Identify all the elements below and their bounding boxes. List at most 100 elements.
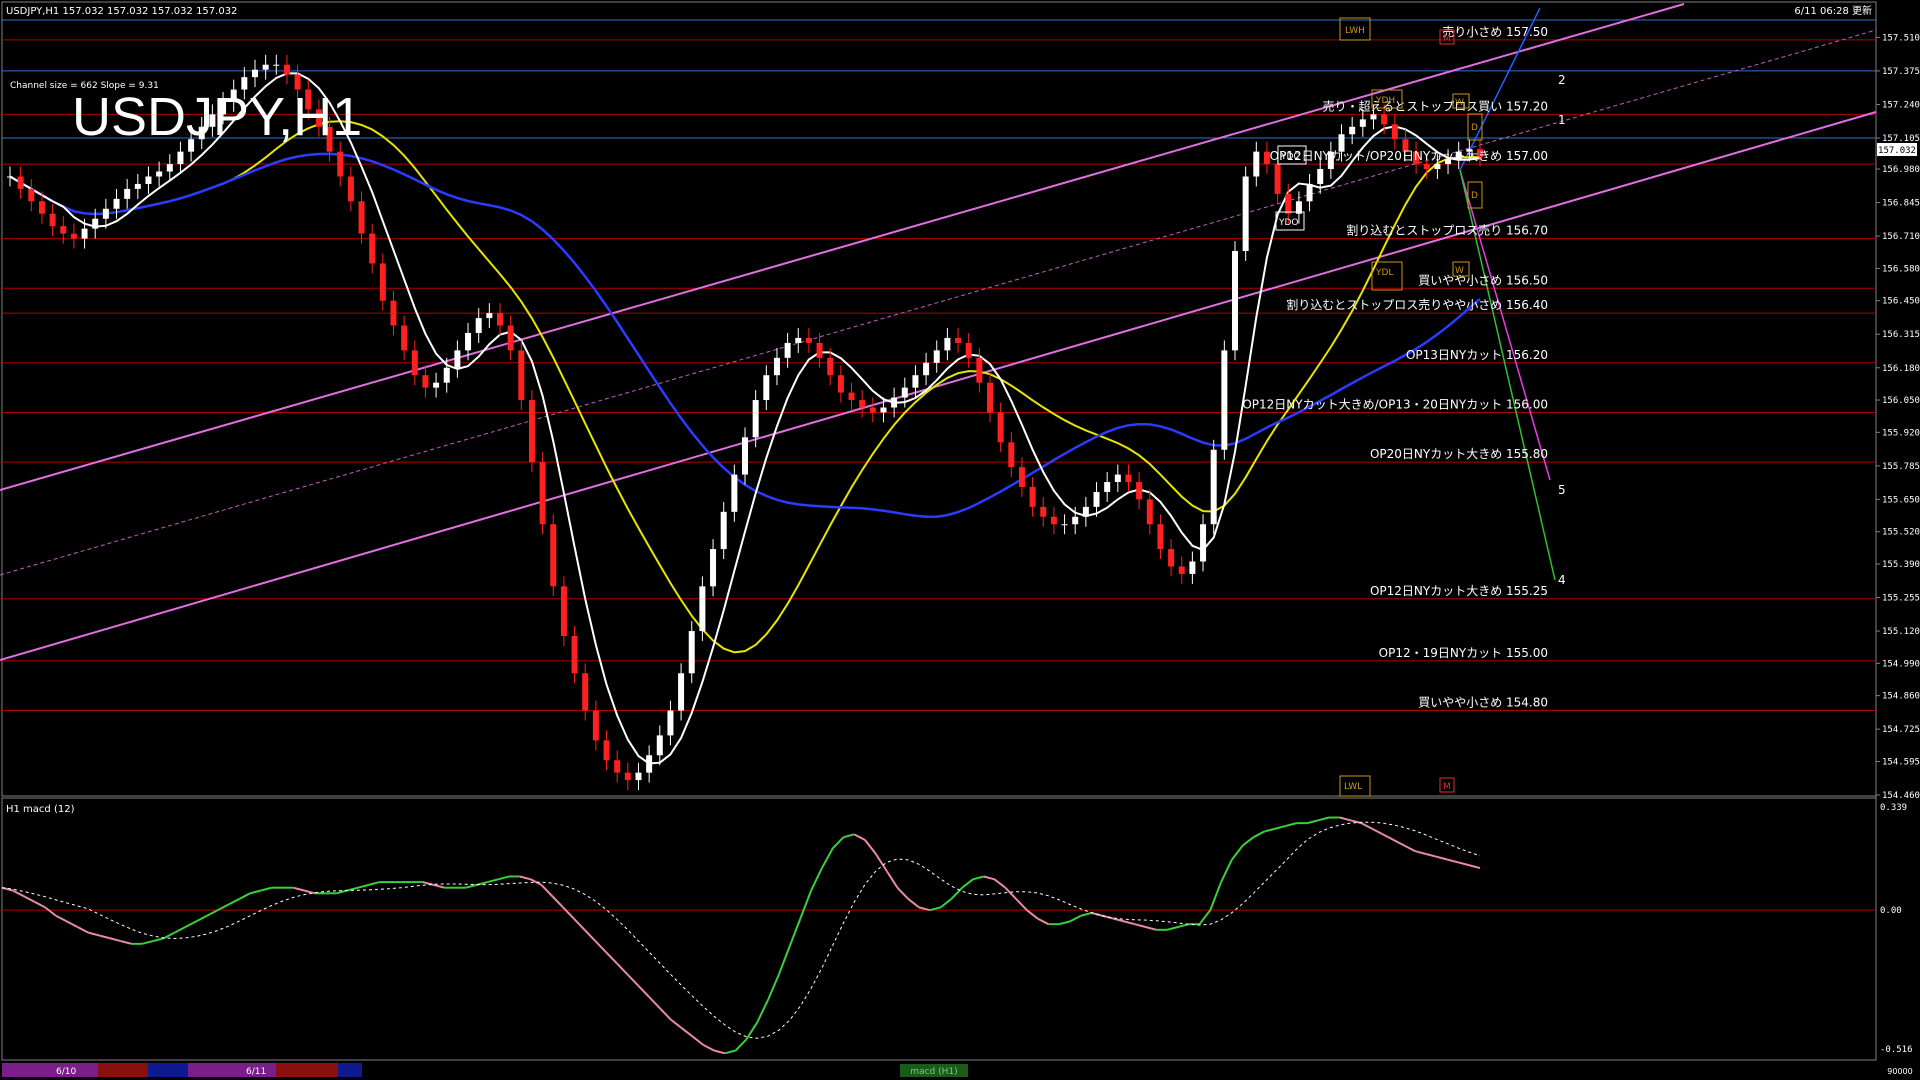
macd-segment <box>1177 923 1189 928</box>
macd-lines <box>1 816 1481 1055</box>
macd-segment <box>1425 853 1438 858</box>
macd-segment <box>1317 816 1330 822</box>
indicator-lines <box>9 72 1481 765</box>
macd-segment <box>1285 822 1297 827</box>
macd-segment <box>109 937 121 943</box>
candle-body <box>262 64 269 70</box>
candle-body <box>805 337 812 343</box>
macd-segment <box>767 974 780 1001</box>
macd-segment <box>713 1049 726 1055</box>
macd-segment <box>1252 830 1265 839</box>
candle-body <box>987 382 993 413</box>
y-tick-label: 154.595 <box>1882 757 1920 767</box>
candle-body <box>688 631 695 674</box>
candle-body <box>880 407 887 413</box>
candle-body <box>369 233 376 264</box>
y-tick-label: 156.450 <box>1882 297 1920 307</box>
level-label: OP13日NYカット 156.20 <box>1406 348 1548 362</box>
candle-body <box>1210 449 1217 525</box>
y-tick-label: 156.180 <box>1882 364 1920 374</box>
candle-body <box>390 300 397 326</box>
date-segment <box>98 1063 148 1077</box>
macd-segment <box>1360 822 1373 830</box>
macd-segment <box>788 918 802 948</box>
macd-segment <box>217 903 230 912</box>
candle-body <box>433 382 440 388</box>
candle-body <box>752 400 759 438</box>
macd-segment <box>1069 914 1082 923</box>
y-tick-label: 155.650 <box>1882 495 1920 505</box>
candle-body <box>773 357 780 376</box>
candle-body <box>1136 482 1143 500</box>
candle-body <box>145 176 152 184</box>
macd-segment <box>141 940 154 945</box>
candle-body <box>124 188 131 199</box>
macd-segment <box>66 920 78 928</box>
macd-title: H1 macd (12) <box>6 804 75 815</box>
candle-body <box>891 397 898 408</box>
y-tick-label: 157.375 <box>1882 67 1920 77</box>
macd-segment <box>422 881 434 886</box>
macd-segment <box>1458 861 1470 867</box>
candlesticks <box>7 54 1483 791</box>
macd-segment <box>357 883 370 889</box>
macd-segment <box>864 839 877 855</box>
y-tick-label: 157.240 <box>1882 100 1920 110</box>
macd-segment <box>1166 926 1179 931</box>
candle-body <box>1008 442 1015 468</box>
macd-segment <box>1026 909 1039 920</box>
macd-segment <box>972 875 984 881</box>
candle-body <box>1018 467 1025 487</box>
m-label-top: M <box>1443 34 1451 44</box>
macd-segment <box>616 962 629 976</box>
candle-body <box>901 387 908 398</box>
macd-segment <box>540 884 553 897</box>
macd-segment <box>260 886 272 892</box>
y-tick-label: 155.785 <box>1882 462 1920 472</box>
lwl-label: LWL <box>1344 782 1362 792</box>
candle-body <box>795 337 802 343</box>
y-tick-label: 154.860 <box>1882 692 1920 702</box>
macd-segment <box>1339 816 1351 822</box>
macd-tick-zero: 0.00 <box>1880 906 1902 916</box>
macd-segment <box>1307 819 1319 825</box>
candle-body <box>497 313 503 326</box>
candle-body <box>848 392 855 401</box>
candle-body <box>379 263 386 301</box>
candle-body <box>1189 561 1196 574</box>
candle-body <box>443 367 450 383</box>
macd-segment <box>691 1035 704 1046</box>
macd-segment <box>961 878 974 889</box>
candle-body <box>624 772 631 781</box>
macd-segment <box>1037 917 1049 926</box>
candle-body <box>1029 486 1036 507</box>
candle-body <box>17 176 24 189</box>
candle-body <box>667 710 674 736</box>
candle-body <box>1146 499 1153 525</box>
candle-body <box>337 151 344 177</box>
candle-body <box>1381 114 1388 125</box>
macd-segment <box>993 878 1006 889</box>
macd-segment <box>487 878 499 884</box>
candle-body <box>1317 169 1324 184</box>
candle-body <box>1093 491 1100 507</box>
candle-body <box>1285 193 1292 214</box>
candle-body <box>1050 516 1057 525</box>
macd-segment <box>681 1027 694 1038</box>
candle-body <box>60 226 67 234</box>
macd-segment <box>293 886 305 892</box>
candle-body <box>528 400 535 463</box>
candle-body <box>699 586 706 632</box>
candle-body <box>28 188 35 202</box>
macd-segment <box>627 974 640 987</box>
candle-body <box>486 313 493 319</box>
date-segment <box>276 1063 338 1077</box>
candle-body <box>1114 474 1121 483</box>
level-label: 割り込むとストップロス売りやや小さめ 156.40 <box>1286 297 1548 312</box>
candle-body <box>475 318 482 333</box>
date-segment <box>148 1063 188 1077</box>
macd-tab-label[interactable]: macd (H1) <box>910 1067 957 1077</box>
y-tick-label: 155.920 <box>1882 428 1920 438</box>
candle-body <box>763 375 770 401</box>
macd-segment <box>810 867 823 891</box>
